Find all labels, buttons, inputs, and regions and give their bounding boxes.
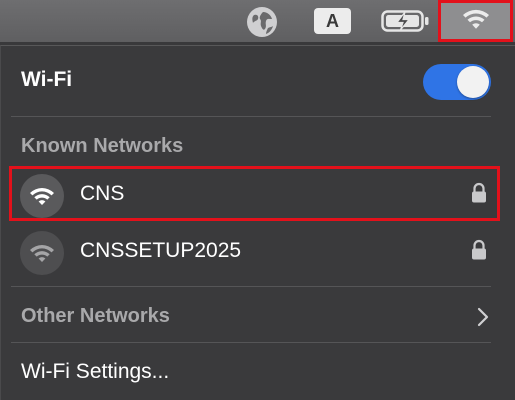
wifi-signal-icon	[20, 174, 64, 218]
wifi-settings-menu-item[interactable]: Wi-Fi Settings...	[1, 348, 515, 394]
wifi-settings-label: Wi-Fi Settings...	[21, 360, 170, 383]
menubar-wifi-button[interactable]	[439, 0, 512, 42]
battery-charging-icon[interactable]	[381, 8, 431, 34]
globe-icon[interactable]	[246, 6, 278, 38]
other-networks-row[interactable]: Other Networks	[1, 293, 515, 339]
wifi-title: Wi-Fi	[21, 68, 73, 91]
wifi-icon	[461, 7, 491, 36]
toggle-knob	[457, 66, 489, 98]
network-name: CNS	[80, 182, 125, 205]
lock-icon	[470, 182, 488, 204]
divider	[11, 342, 491, 343]
input-source-icon[interactable]: A	[314, 8, 351, 34]
network-row-cns[interactable]: CNS	[9, 170, 504, 218]
network-row-cnssetup2025[interactable]: CNSSETUP2025	[9, 227, 504, 275]
wifi-signal-icon	[20, 231, 64, 275]
lock-icon	[470, 239, 488, 261]
chevron-right-icon	[476, 307, 490, 327]
network-name: CNSSETUP2025	[80, 239, 242, 262]
divider	[11, 116, 491, 117]
known-networks-label: Known Networks	[21, 135, 184, 157]
divider	[11, 286, 491, 287]
wifi-menu-panel: Wi-Fi Known Networks CNS CNSSETUP2025 Ot…	[0, 45, 515, 400]
other-networks-label: Other Networks	[21, 305, 170, 327]
wifi-toggle[interactable]	[423, 64, 491, 100]
menu-bar: A	[0, 0, 515, 42]
